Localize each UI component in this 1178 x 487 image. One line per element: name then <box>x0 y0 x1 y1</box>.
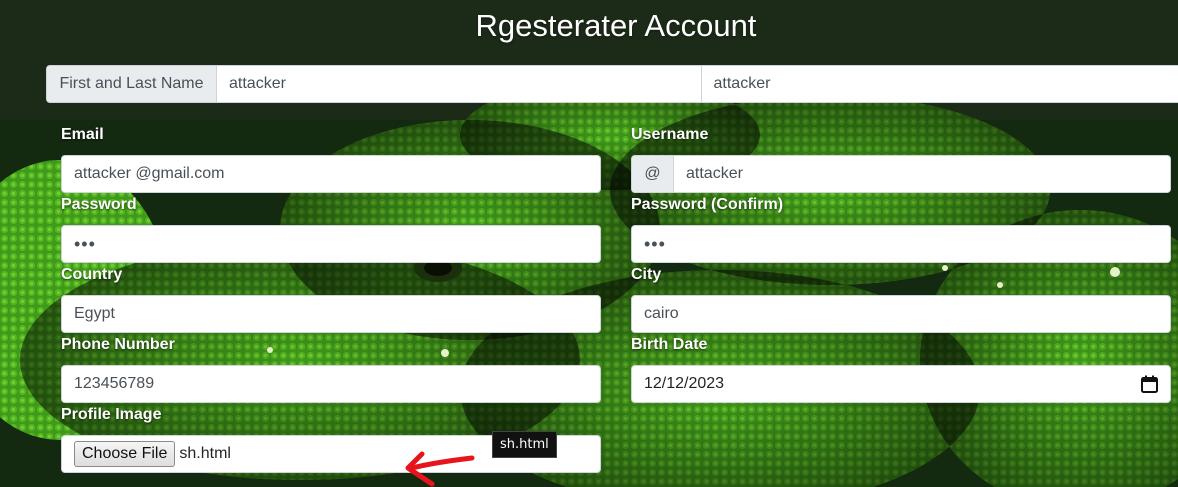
city-label: City <box>631 266 662 283</box>
country-label: Country <box>61 266 123 283</box>
page-title: Rgesterater Account <box>475 8 757 43</box>
name-label-addon: First and Last Name <box>47 66 217 102</box>
choose-file-button[interactable]: Choose File <box>74 441 176 467</box>
at-sign-addon: @ <box>632 156 674 192</box>
last-name-input[interactable] <box>700 66 1178 102</box>
calendar-icon[interactable] <box>1141 375 1158 393</box>
file-name-tooltip: sh.html <box>492 431 557 458</box>
red-arrow-annotation-icon <box>405 451 475 487</box>
username-input-group: @ <box>631 155 1171 193</box>
country-input[interactable] <box>61 295 601 333</box>
password-input[interactable]: ••• <box>61 225 601 263</box>
city-input[interactable] <box>631 295 1171 333</box>
username-input[interactable] <box>674 156 1170 192</box>
password-label: Password <box>61 196 137 213</box>
username-label: Username <box>631 126 709 143</box>
birth-date-input[interactable]: 12/12/2023 <box>631 365 1171 403</box>
profile-image-label: Profile Image <box>61 406 162 423</box>
password-confirm-label: Password (Confirm) <box>631 196 784 213</box>
phone-label: Phone Number <box>61 336 175 353</box>
birth-date-value: 12/12/2023 <box>644 375 725 392</box>
first-name-input[interactable] <box>217 66 701 102</box>
email-label: Email <box>61 126 104 143</box>
email-input[interactable] <box>61 155 601 193</box>
selected-file-name: sh.html <box>179 445 231 462</box>
name-input-group: First and Last Name <box>46 65 1178 103</box>
phone-input[interactable] <box>61 365 601 403</box>
birth-date-label: Birth Date <box>631 336 708 353</box>
password-confirm-input[interactable]: ••• <box>631 225 1171 263</box>
